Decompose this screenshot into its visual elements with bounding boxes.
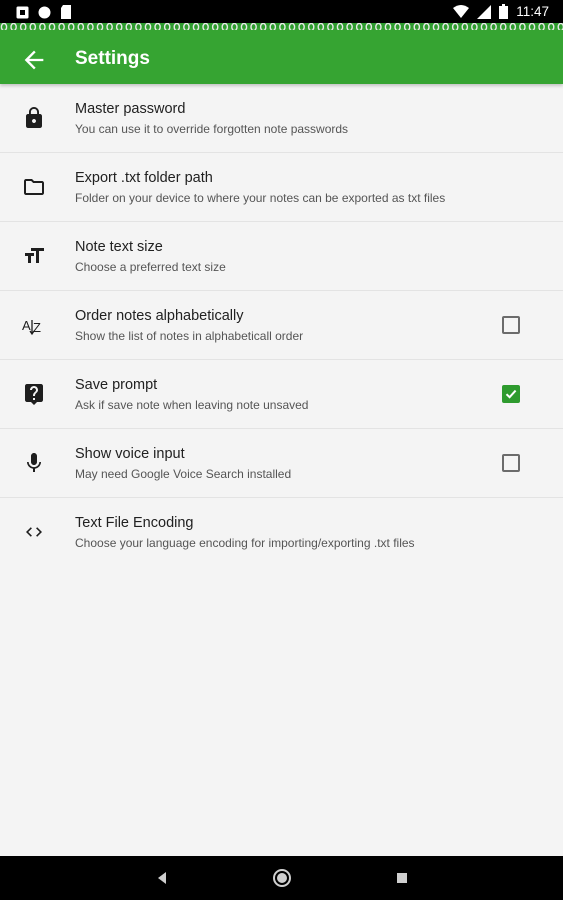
nav-recents-button[interactable] — [390, 866, 414, 890]
setting-note-text-size[interactable]: Note text size Choose a preferred text s… — [0, 222, 563, 291]
setting-master-password[interactable]: Master password You can use it to overri… — [0, 84, 563, 153]
setting-title: Master password — [75, 101, 186, 117]
setting-title: Save prompt — [75, 377, 158, 393]
order-alphabetically-checkbox[interactable] — [502, 316, 520, 334]
navigation-bar — [0, 856, 563, 900]
status-time: 11:47 — [516, 4, 549, 19]
setting-title: Text File Encoding — [75, 515, 194, 531]
svg-text:Z: Z — [33, 320, 41, 335]
setting-subtitle: You can use it to override forgotten not… — [75, 122, 349, 136]
setting-subtitle: Show the list of notes in alphabeticall … — [75, 329, 304, 343]
sd-card-icon — [61, 5, 71, 19]
nav-back-icon — [158, 872, 166, 884]
signal-icon — [477, 4, 492, 19]
nav-home-button[interactable] — [270, 866, 294, 890]
page-title: Settings — [75, 48, 150, 69]
text-size-icon — [25, 248, 44, 263]
setting-title: Order notes alphabetically — [75, 308, 244, 324]
checkmark-icon — [505, 389, 517, 399]
battery-icon — [499, 4, 509, 19]
help-icon — [25, 384, 43, 405]
folder-icon — [24, 179, 44, 195]
setting-save-prompt[interactable]: Save prompt Ask if save note when leavin… — [0, 360, 563, 429]
nav-back-button[interactable] — [150, 866, 174, 890]
back-button[interactable] — [20, 46, 48, 74]
show-voice-input-checkbox[interactable] — [502, 454, 520, 472]
arrow-back-icon — [24, 50, 44, 70]
nav-home-icon — [273, 869, 291, 887]
svg-text:A: A — [22, 318, 31, 333]
setting-subtitle: Folder on your device to where your note… — [75, 191, 446, 205]
save-prompt-checkbox[interactable] — [502, 385, 520, 403]
setting-subtitle: May need Google Voice Search installed — [75, 467, 292, 481]
code-icon — [26, 527, 42, 537]
sort-alpha-icon: A Z — [22, 318, 41, 336]
status-bar: 11:47 — [0, 0, 563, 25]
setting-export-folder-path[interactable]: Export .txt folder path Folder on your d… — [0, 153, 563, 222]
settings-list: Master password You can use it to overri… — [0, 84, 563, 566]
setting-title: Note text size — [75, 239, 163, 255]
setting-subtitle: Ask if save note when leaving note unsav… — [75, 398, 309, 412]
setting-subtitle: Choose your language encoding for import… — [75, 536, 415, 550]
setting-text-file-encoding[interactable]: Text File Encoding Choose your language … — [0, 498, 563, 566]
status-left-icons — [16, 5, 72, 19]
app-bar: Settings — [0, 30, 563, 84]
setting-subtitle: Choose a preferred text size — [75, 260, 226, 274]
setting-title: Export .txt folder path — [75, 170, 213, 186]
circle-icon — [38, 6, 51, 18]
status-right-icons: 11:47 — [453, 4, 549, 19]
notification-icon — [16, 6, 29, 18]
lock-icon — [26, 107, 42, 128]
setting-order-alphabetically[interactable]: A Z Order notes alphabetically Show the … — [0, 291, 563, 360]
mic-icon — [27, 453, 41, 472]
setting-show-voice-input[interactable]: Show voice input May need Google Voice S… — [0, 429, 563, 498]
wifi-icon — [453, 5, 470, 18]
nav-recents-icon — [397, 873, 407, 883]
setting-title: Show voice input — [75, 446, 185, 462]
